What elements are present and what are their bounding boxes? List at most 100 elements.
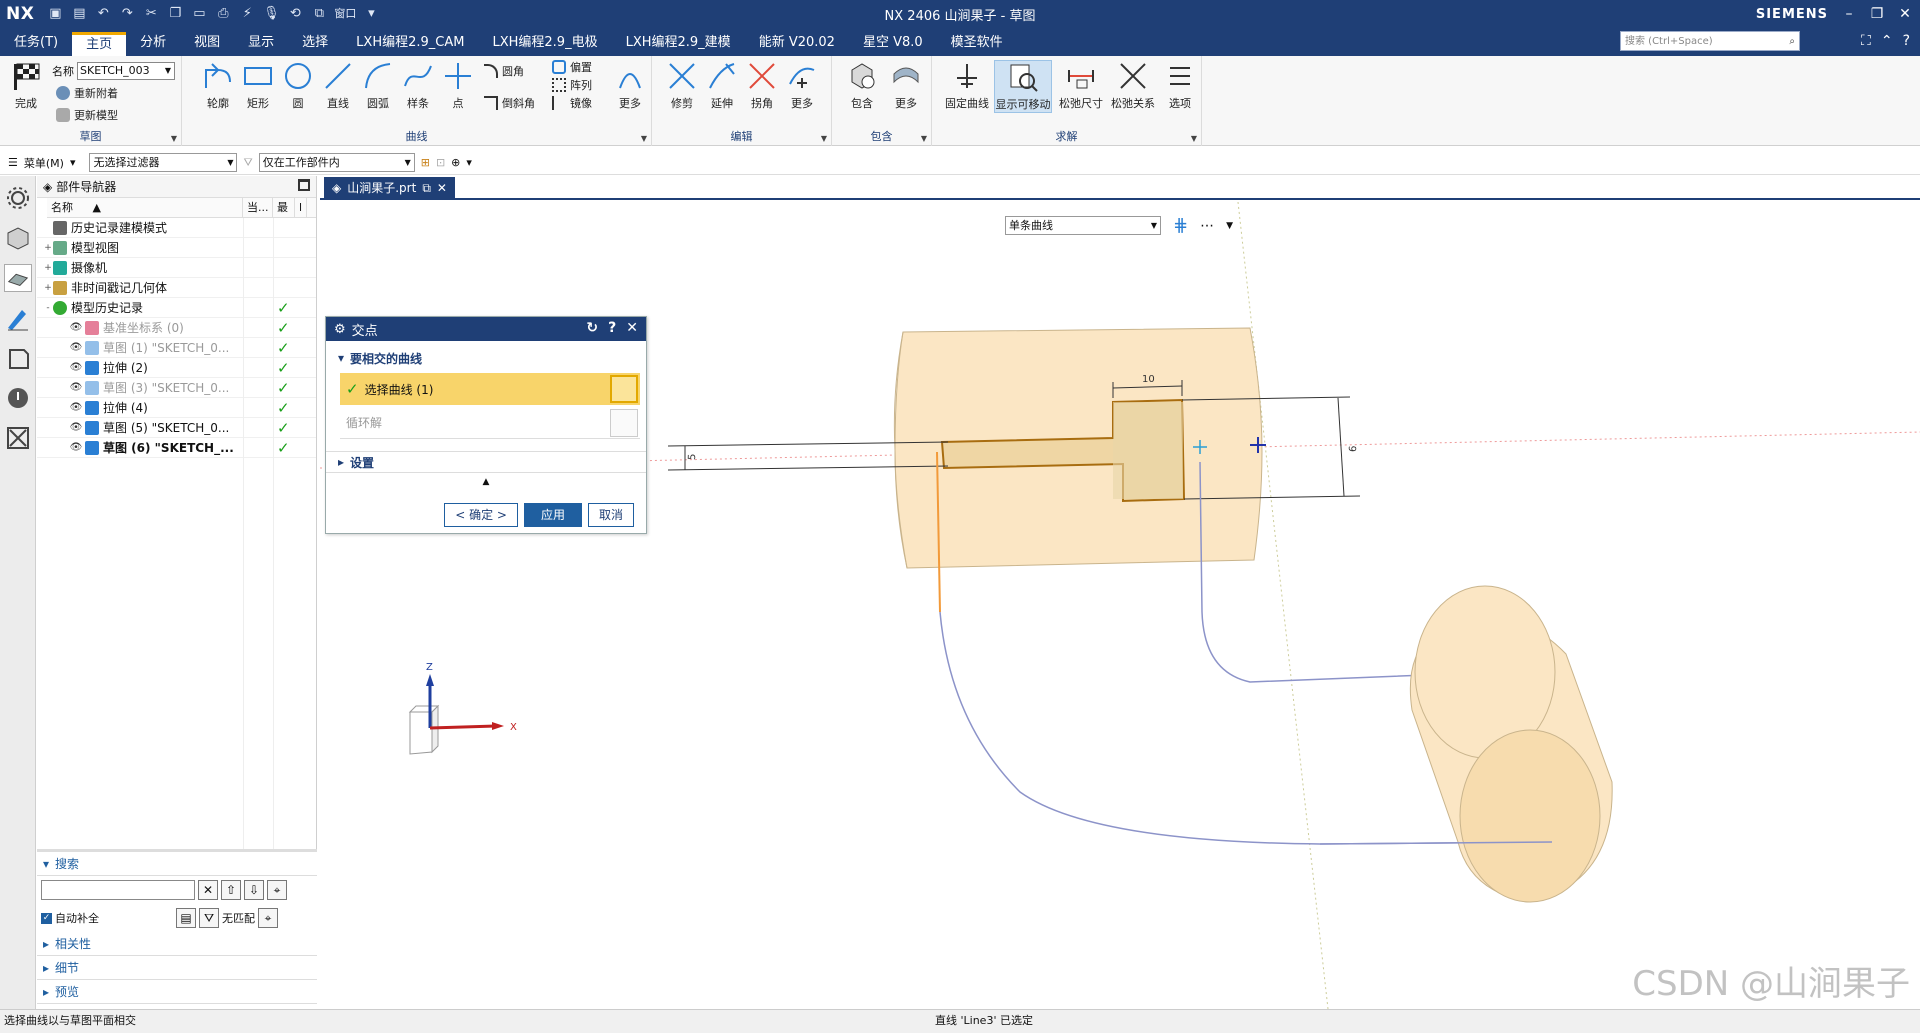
search-up-button[interactable]: ⇧ [221, 880, 241, 900]
select-feature-icon[interactable]: ⊡ [436, 156, 445, 169]
sketch-name-select[interactable]: SKETCH_003 ▼ [77, 62, 175, 80]
visibility-eye-icon[interactable]: 👁 [69, 322, 83, 333]
show-movable-button[interactable]: 显示可移动 [994, 60, 1052, 113]
finish-sketch-button[interactable]: 完成 [6, 60, 46, 111]
window-menu[interactable]: 窗口 [334, 5, 356, 23]
dimension-6[interactable]: 6 [1348, 445, 1359, 452]
tree-row[interactable]: 👁 基准坐标系 (0) ✓ [37, 318, 316, 338]
tree-row[interactable]: 👁 草图 (3) "SKETCH_0... ✓ [37, 378, 316, 398]
tab-mosheng[interactable]: 模圣软件 [937, 32, 1017, 56]
column-latest[interactable]: 最 [273, 198, 295, 217]
filter-icon[interactable]: ⛛ [243, 156, 252, 170]
tree-expander[interactable]: + [43, 283, 53, 293]
document-tab[interactable]: ◈ 山涧果子.prt ⧉ ✕ [324, 177, 455, 199]
fix-curve-button[interactable]: 固定曲线 [944, 60, 990, 111]
chevron-down-icon[interactable]: ▼ [921, 134, 927, 143]
part-navigator-icon[interactable] [3, 264, 32, 292]
visibility-eye-icon[interactable]: 👁 [69, 402, 83, 413]
microphone-icon[interactable]: 🎙 [262, 5, 280, 23]
visibility-eye-icon[interactable]: 👁 [69, 342, 83, 353]
window-icon[interactable]: ⧉ [422, 177, 431, 199]
visibility-eye-icon[interactable]: 👁 [69, 382, 83, 393]
search-locate-button[interactable]: ⌖ [258, 908, 278, 928]
select-curve-button[interactable] [610, 375, 638, 403]
window-icon[interactable]: ⧉ [310, 5, 328, 23]
chevron-down-icon[interactable]: ▾ [362, 5, 380, 23]
tree-expander[interactable]: + [43, 263, 53, 273]
fillet-button[interactable]: 圆角 [484, 62, 524, 80]
mirror-button[interactable]: 镜像 [552, 94, 592, 112]
tab-home[interactable]: 主页 [72, 32, 127, 56]
coordinate-triad[interactable] [408, 674, 504, 755]
column-name[interactable]: 名称 ▲ [47, 198, 243, 217]
print-icon[interactable]: ⎙ [214, 5, 232, 23]
tree-row[interactable]: 👁 草图 (5) "SKETCH_0... ✓ [37, 418, 316, 438]
reattach-button[interactable]: 重新附着 [56, 84, 118, 102]
chevron-down-icon[interactable]: ▼ [641, 134, 647, 143]
reset-icon[interactable]: ↻ [586, 320, 598, 336]
tab-xingkong[interactable]: 星空 V8.0 [849, 32, 937, 56]
offset-button[interactable]: 偏置 [552, 58, 592, 76]
select-curve-row[interactable]: ✓ 选择曲线 (1) [340, 373, 640, 405]
sketch-pen-icon[interactable] [4, 304, 32, 332]
collapse-ribbon-icon[interactable]: ⌃ [1881, 33, 1893, 49]
history-icon[interactable] [4, 384, 32, 412]
tab-display[interactable]: 显示 [234, 32, 288, 56]
tab-view[interactable]: 视图 [180, 32, 234, 56]
column-extra[interactable]: l [295, 198, 307, 217]
copy-icon[interactable]: ❐ [166, 5, 184, 23]
corner-button[interactable]: 拐角 [742, 60, 782, 111]
menu-icon[interactable]: ☰ [8, 156, 18, 169]
command-icon[interactable]: ⚡ [238, 5, 256, 23]
fullscreen-icon[interactable]: ⛶ [1861, 33, 1871, 49]
profile-button[interactable]: 轮廓 [198, 60, 238, 111]
chamfer-button[interactable]: 倒斜角 [484, 94, 535, 112]
settings-group[interactable]: ▸ 设置 [326, 451, 646, 473]
chevron-down-icon[interactable]: ▼ [1226, 221, 1233, 231]
close-icon[interactable]: ✕ [437, 177, 447, 199]
minimize-icon[interactable]: – [1840, 6, 1858, 22]
visibility-eye-icon[interactable]: 👁 [69, 442, 83, 453]
rectangle-button[interactable]: 矩形 [238, 60, 278, 111]
paste-icon[interactable]: ▭ [190, 5, 208, 23]
command-search-input[interactable]: 搜索 (Ctrl+Space) ⌕ [1620, 31, 1800, 51]
tree-row[interactable]: 👁 草图 (6) "SKETCH_... ✓ [37, 438, 316, 458]
preview-section[interactable]: ▸ 预览 [37, 980, 317, 1004]
autocomplete-checkbox[interactable]: ✓ [41, 912, 52, 924]
details-section[interactable]: ▸ 细节 [37, 956, 317, 980]
select-cursor-icon[interactable]: ⊕ [451, 156, 460, 169]
extend-button[interactable]: 延伸 [702, 60, 742, 111]
more-options-icon[interactable]: ⋯ [1200, 218, 1214, 234]
selection-scope-select[interactable]: 仅在工作部件内 ▼ [258, 153, 415, 172]
chevron-down-icon[interactable]: ▼ [1191, 134, 1197, 143]
visibility-eye-icon[interactable]: 👁 [69, 362, 83, 373]
include-button[interactable]: 包含 [842, 60, 882, 111]
tab-task[interactable]: 任务(T) [0, 32, 72, 56]
spline-button[interactable]: 样条 [398, 60, 438, 111]
gear-icon[interactable] [4, 184, 32, 212]
chevron-down-icon[interactable]: ▼ [821, 134, 827, 143]
apply-button[interactable]: 应用 [523, 503, 582, 527]
tree-row[interactable]: + 非时间戳记几何体 [37, 278, 316, 298]
trim-button[interactable]: 修剪 [662, 60, 702, 111]
tab-analysis[interactable]: 分析 [126, 32, 180, 56]
help-icon[interactable]: ? [1903, 33, 1910, 49]
more-edit-button[interactable]: 更多 [782, 60, 822, 111]
more-include-button[interactable]: 更多 [886, 60, 926, 111]
tree-row[interactable]: 历史记录建模模式 [37, 218, 316, 238]
search-icon[interactable]: ⌕ [1789, 32, 1795, 52]
search-filter-button[interactable]: ⛛ [199, 908, 219, 928]
tree-expander[interactable]: + [43, 243, 53, 253]
relax-dimension-button[interactable]: 松弛尺寸 [1058, 60, 1104, 111]
cancel-button[interactable]: 取消 [587, 503, 634, 527]
search-down-button[interactable]: ⇩ [244, 880, 264, 900]
tools-icon[interactable] [4, 424, 32, 452]
save-icon[interactable]: ▣ [46, 5, 64, 23]
reuse-library-icon[interactable] [4, 344, 32, 372]
search-option-button[interactable]: ▤ [176, 908, 196, 928]
cylinder-end-face[interactable] [1459, 729, 1601, 903]
arc-button[interactable]: 圆弧 [358, 60, 398, 111]
curve-rule-select[interactable]: 单条曲线 ▼ [1005, 216, 1161, 235]
tree-row[interactable]: + 模型视图 [37, 238, 316, 258]
point-button[interactable]: 点 [438, 60, 478, 111]
